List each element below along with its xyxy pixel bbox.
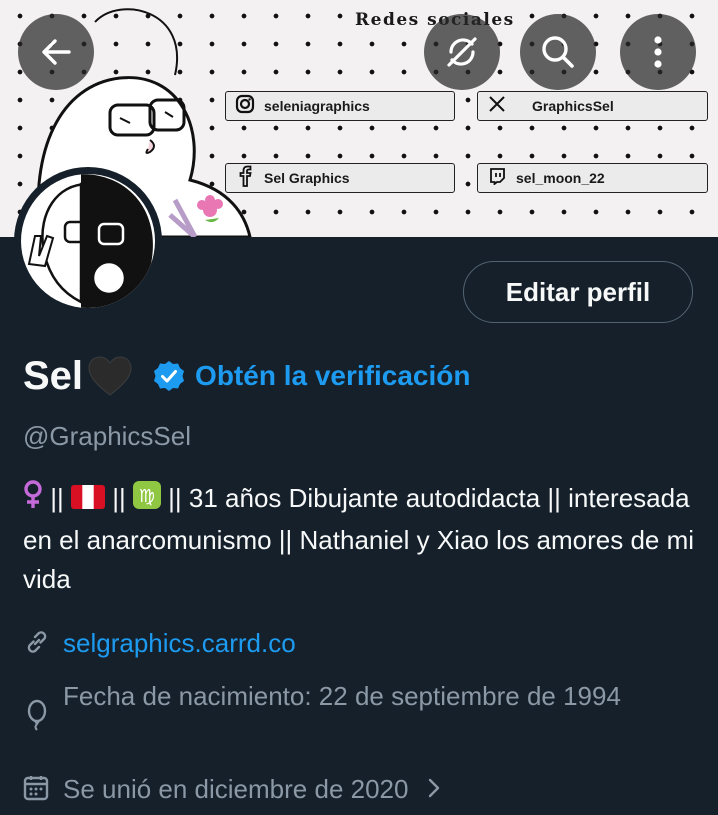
twitch-icon [478,167,516,190]
edit-profile-button[interactable]: Editar perfil [463,261,693,323]
instagram-icon [226,94,264,119]
refresh-off-button[interactable] [424,14,500,90]
joined-row[interactable]: Se unió en diciembre de 2020 [23,770,442,809]
virgo-icon: ♍ [132,480,161,520]
bio-separator: || [104,483,133,513]
back-button[interactable] [18,14,94,90]
social-handle: Sel Graphics [264,170,350,186]
banner-social-x: GraphicsSel [477,91,708,121]
birthdate-row: Fecha de nacimiento: 22 de septiembre de… [23,677,683,736]
chevron-right-icon [426,776,442,805]
website-row: selgraphics.carrd.co [23,624,296,663]
svg-text:♍: ♍ [139,486,155,507]
search-button[interactable] [520,14,596,90]
calendar-icon [23,774,55,807]
website-link[interactable]: selgraphics.carrd.co [63,624,296,663]
name-row: Sel Obtén la verificación [23,346,470,406]
social-handle: seleniagraphics [264,98,370,114]
avatar-image [21,174,155,308]
social-handle: sel_moon_22 [516,170,605,186]
black-heart-icon [87,355,133,397]
back-arrow-icon [42,39,71,65]
bio-separator: || [43,483,71,513]
avatar[interactable] [14,167,162,315]
banner-social-twitch: sel_moon_22 [477,163,708,193]
facebook-icon [226,165,264,192]
social-handle: GraphicsSel [532,98,614,114]
profile-bio: || || ♍ || 31 años Dibujante autodidacta… [23,479,703,599]
female-sign-icon [23,479,43,521]
joined-date-text: Se unió en diciembre de 2020 [63,774,409,804]
get-verified-link[interactable]: Obtén la verificación [195,360,470,392]
x-icon [478,95,516,118]
banner-social-facebook: Sel Graphics [225,163,455,193]
display-name: Sel [23,353,84,398]
more-options-button[interactable] [620,14,696,90]
peru-flag-icon [70,481,105,520]
refresh-off-icon [447,37,477,67]
search-icon [542,36,574,68]
birthdate-text: Fecha de nacimiento: 22 de septiembre de… [63,681,621,711]
link-icon [23,628,55,661]
verified-badge-icon[interactable] [153,360,185,392]
balloon-icon [23,699,55,736]
user-handle: @GraphicsSel [23,421,192,451]
banner-social-instagram: seleniagraphics [225,91,455,121]
more-vertical-icon [654,36,662,68]
